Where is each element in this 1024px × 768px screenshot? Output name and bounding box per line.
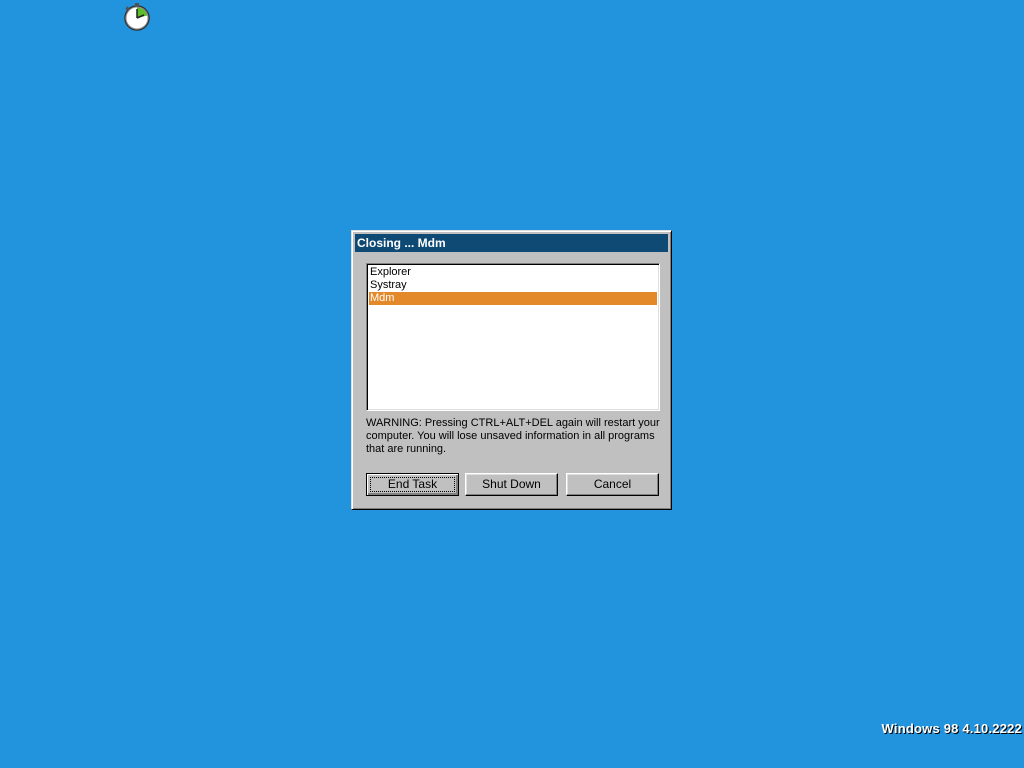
- clock-icon[interactable]: [123, 2, 153, 32]
- warning-text: WARNING: Pressing CTRL+ALT+DEL again wil…: [366, 417, 660, 455]
- shut-down-button[interactable]: Shut Down: [465, 473, 558, 496]
- dialog-title: Closing ... Mdm: [355, 234, 668, 252]
- build-version-text: Windows 98 4.10.2222: [881, 721, 1022, 736]
- task-list[interactable]: Explorer Systray Mdm: [366, 263, 660, 411]
- task-item-explorer[interactable]: Explorer: [369, 266, 657, 279]
- shut-down-label: Shut Down: [482, 477, 541, 491]
- cancel-label: Cancel: [593, 477, 632, 491]
- end-task-label: End Task: [387, 477, 438, 491]
- end-task-button[interactable]: End Task: [366, 473, 459, 496]
- cancel-button[interactable]: Cancel: [566, 473, 659, 496]
- task-item-mdm[interactable]: Mdm: [369, 292, 657, 305]
- task-item-systray[interactable]: Systray: [369, 279, 657, 292]
- close-program-dialog: Closing ... Mdm Explorer Systray Mdm WAR…: [351, 230, 672, 510]
